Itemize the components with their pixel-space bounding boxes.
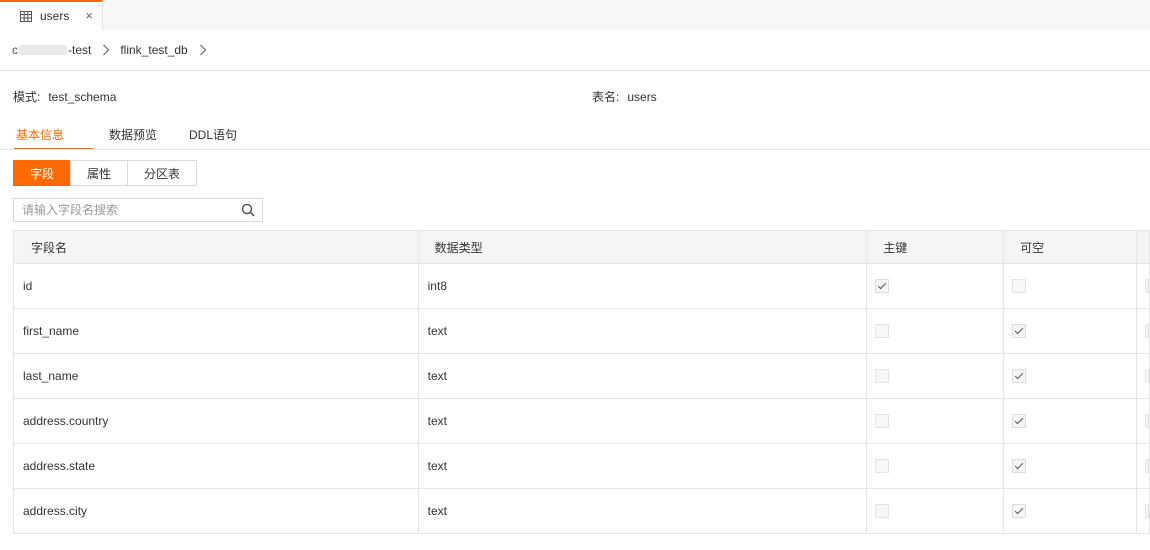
primary-key-checkbox[interactable] (875, 324, 890, 338)
nullable-cell (1004, 354, 1137, 398)
search-icon[interactable] (241, 203, 255, 217)
table-row: id int8 (14, 264, 1150, 309)
data-type-cell: text (419, 444, 868, 488)
primary-key-cell (867, 264, 1005, 308)
extra-checkbox[interactable] (1145, 504, 1149, 518)
nullable-cell (1004, 444, 1137, 488)
field-name-cell: address.city (14, 489, 419, 533)
primary-key-cell (867, 444, 1005, 488)
tab-users[interactable]: users × (0, 0, 103, 30)
tab-data-preview[interactable]: 数据预览 (109, 117, 173, 150)
divider (0, 70, 1150, 71)
breadcrumb-connection-prefix: c (12, 43, 18, 57)
breadcrumb-connection[interactable]: c -test (12, 43, 91, 57)
extra-cell (1137, 264, 1150, 308)
editor-tab-bar: users × (0, 0, 1150, 30)
field-name-cell: address.state (14, 444, 419, 488)
segment-fields[interactable]: 字段 (13, 160, 71, 186)
extra-cell (1137, 444, 1150, 488)
nullable-checkbox[interactable] (1012, 504, 1027, 518)
primary-key-cell (867, 354, 1005, 398)
tab-users-label: users (40, 9, 70, 23)
data-type-cell: text (419, 489, 868, 533)
table-body: id int8 first_name text last_name text address… (14, 264, 1150, 534)
primary-key-cell (867, 309, 1005, 353)
nullable-checkbox[interactable] (1012, 324, 1027, 338)
nullable-checkbox[interactable] (1012, 279, 1027, 293)
nullable-cell (1004, 264, 1137, 308)
header-data-type: 数据类型 (419, 231, 868, 263)
nullable-cell (1004, 489, 1137, 533)
data-type-cell: text (419, 309, 868, 353)
field-name-cell: id (14, 264, 419, 308)
extra-cell (1137, 309, 1150, 353)
header-extra (1137, 231, 1150, 263)
table-row: last_name text (14, 354, 1150, 399)
breadcrumb-connection-suffix: -test (68, 43, 92, 57)
chevron-right-icon (199, 44, 207, 56)
header-nullable: 可空 (1004, 231, 1138, 263)
extra-cell (1137, 354, 1150, 398)
table-icon (20, 10, 32, 22)
tab-ddl[interactable]: DDL语句 (189, 117, 237, 150)
extra-cell (1137, 399, 1150, 443)
field-name-cell: last_name (14, 354, 419, 398)
field-search (13, 198, 263, 222)
segment-control: 字段 属性 分区表 (13, 160, 197, 186)
header-primary-key: 主键 (867, 231, 1005, 263)
nullable-cell (1004, 309, 1137, 353)
extra-checkbox[interactable] (1145, 459, 1149, 473)
header-field-name: 字段名 (14, 231, 419, 263)
nullable-checkbox[interactable] (1012, 369, 1027, 383)
breadcrumb-database[interactable]: flink_test_db (120, 43, 187, 57)
breadcrumb: c -test flink_test_db (12, 42, 217, 58)
segment-partitions[interactable]: 分区表 (127, 160, 197, 186)
data-type-cell: int8 (419, 264, 868, 308)
nullable-checkbox[interactable] (1012, 459, 1027, 473)
data-type-cell: text (419, 399, 868, 443)
chevron-right-icon (103, 44, 110, 56)
segment-properties[interactable]: 属性 (70, 160, 128, 186)
extra-cell (1137, 489, 1150, 533)
primary-key-checkbox[interactable] (875, 279, 890, 293)
extra-checkbox[interactable] (1145, 324, 1149, 338)
table-header-row: 字段名 数据类型 主键 可空 (14, 231, 1150, 264)
primary-key-checkbox[interactable] (875, 504, 890, 518)
extra-checkbox[interactable] (1145, 369, 1149, 383)
tab-basic-info[interactable]: 基本信息 (14, 117, 93, 150)
table-info: 表名: users (592, 88, 657, 105)
primary-key-checkbox[interactable] (875, 414, 890, 428)
field-name-cell: address.country (14, 399, 419, 443)
nullable-cell (1004, 399, 1137, 443)
table-row: first_name text (14, 309, 1150, 354)
table-row: address.country text (14, 399, 1150, 444)
extra-checkbox[interactable] (1145, 279, 1149, 293)
schema-value: test_schema (48, 90, 117, 104)
primary-key-cell (867, 489, 1005, 533)
primary-key-cell (867, 399, 1005, 443)
detail-tabs: 基本信息 数据预览 DDL语句 (14, 117, 237, 150)
extra-checkbox[interactable] (1145, 414, 1149, 428)
table-name-value: users (627, 90, 657, 104)
table-row: address.city text (14, 489, 1150, 534)
close-icon[interactable]: × (85, 8, 93, 23)
schema-info: 模式: test_schema (13, 88, 116, 105)
redacted-block (19, 45, 67, 55)
table-row: address.state text (14, 444, 1150, 489)
nullable-checkbox[interactable] (1012, 414, 1027, 428)
fields-table: 字段名 数据类型 主键 可空 id int8 first_name text last_… (13, 230, 1150, 534)
primary-key-checkbox[interactable] (875, 459, 890, 473)
primary-key-checkbox[interactable] (875, 369, 890, 383)
tabs-divider (0, 149, 1150, 150)
data-type-cell: text (419, 354, 868, 398)
field-name-cell: first_name (14, 309, 419, 353)
table-name-label: 表名: (592, 90, 620, 104)
search-input[interactable] (22, 202, 232, 218)
schema-label: 模式: (13, 90, 41, 104)
